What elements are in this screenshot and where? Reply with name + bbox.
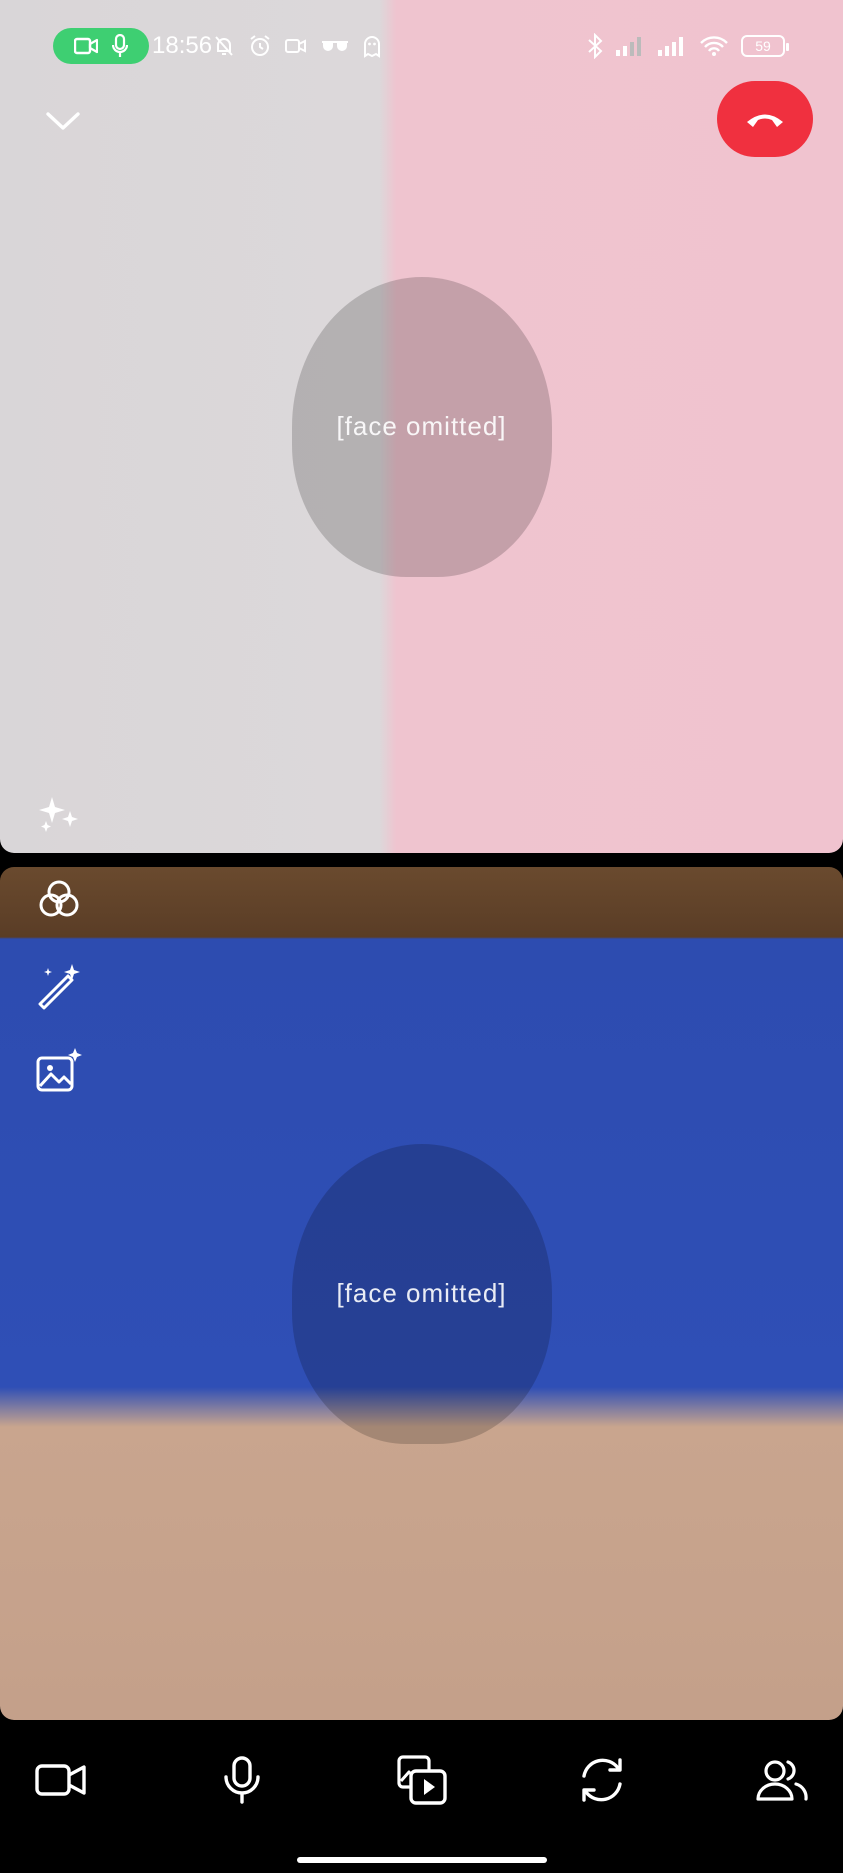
home-indicator[interactable] <box>297 1857 547 1863</box>
status-bar: 18:56 59 <box>0 24 843 68</box>
image-sparkle-icon <box>34 1046 84 1096</box>
wifi-icon <box>699 35 729 57</box>
ghost-icon <box>362 34 382 58</box>
flip-camera-icon <box>576 1754 628 1806</box>
collapse-call-button[interactable] <box>40 104 86 140</box>
microphone-icon <box>222 1755 262 1805</box>
signal-icon <box>657 35 687 57</box>
alarm-icon <box>248 34 272 58</box>
participants-button[interactable] <box>752 1750 812 1810</box>
status-icons-right: 59 <box>587 33 789 59</box>
bluetooth-icon <box>587 33 603 59</box>
bell-off-icon <box>212 34 236 58</box>
filters-button[interactable] <box>34 874 84 924</box>
end-call-icon <box>743 107 787 131</box>
remote-effects-button[interactable] <box>34 787 84 837</box>
camera-icon <box>34 1758 88 1802</box>
mic-icon <box>112 34 128 58</box>
remote-face-placeholder: [face omitted] <box>291 276 552 577</box>
remote-video-feed[interactable]: [face omitted] <box>0 0 843 853</box>
end-call-button[interactable] <box>717 81 813 157</box>
self-video-feed[interactable]: [face omitted] <box>0 867 843 1720</box>
glasses-icon <box>320 34 350 58</box>
share-media-button[interactable] <box>392 1750 452 1810</box>
signal-icon <box>615 35 645 57</box>
status-time: 18:56 <box>152 32 213 59</box>
video-outline-icon <box>284 34 308 58</box>
toggle-microphone-button[interactable] <box>212 1750 272 1810</box>
filters-icon <box>34 874 84 924</box>
flip-camera-button[interactable] <box>572 1750 632 1810</box>
chevron-down-icon <box>40 104 86 140</box>
video-icon <box>74 36 98 56</box>
participants-icon <box>755 1757 809 1803</box>
sparkles-icon <box>34 787 84 837</box>
call-controls-bar <box>0 1720 843 1873</box>
toggle-camera-button[interactable] <box>31 1750 91 1810</box>
status-icons-left <box>212 34 382 58</box>
magic-wand-icon <box>34 960 84 1010</box>
battery-icon: 59 <box>741 35 789 57</box>
active-call-pill[interactable] <box>53 28 149 64</box>
battery-level: 59 <box>755 38 771 54</box>
magic-wand-button[interactable] <box>34 960 84 1010</box>
background-button[interactable] <box>34 1046 84 1096</box>
media-share-icon <box>395 1753 449 1807</box>
self-face-placeholder: [face omitted] <box>291 1143 552 1444</box>
